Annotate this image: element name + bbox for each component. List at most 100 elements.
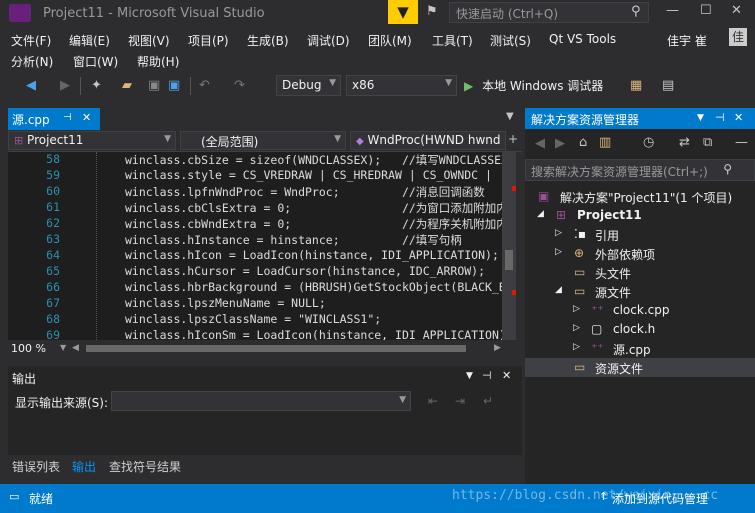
- back-icon[interactable]: ◀: [535, 137, 545, 150]
- sync-icon[interactable]: ⇄: [679, 136, 690, 149]
- menu-bar: 文件(F) 编辑(E) 视图(V) 项目(P) 生成(B) 调试(D) 团队(M…: [0, 26, 755, 70]
- tree-file-clock-h[interactable]: ▷ ▢ clock.h: [525, 320, 755, 339]
- line-text: winclass.cbClsExtra = 0; //为窗口添加附加内存: [125, 201, 502, 215]
- tree-file-clock-cpp[interactable]: ▷ ⁺⁺ clock.cpp: [525, 301, 755, 320]
- function-icon: ◆: [356, 136, 364, 147]
- tab-overflow-icon[interactable]: ▼: [506, 112, 514, 122]
- zoom-level[interactable]: 100 %: [11, 342, 46, 355]
- code-editor[interactable]: 58 winclass.cbSize = sizeof(WNDCLASSEX); …: [8, 152, 502, 340]
- save-icon[interactable]: ▣: [148, 79, 160, 92]
- menu-build[interactable]: 生成(B): [247, 32, 289, 49]
- save-all-icon[interactable]: ▣: [168, 79, 180, 92]
- tab-find-symbol-results[interactable]: 查找符号结果: [109, 458, 181, 475]
- menu-debug[interactable]: 调试(D): [307, 32, 350, 49]
- find-message-icon[interactable]: ⇥: [455, 394, 465, 408]
- user-name[interactable]: 佳宇 崔: [667, 32, 707, 49]
- tree-solution[interactable]: ▣ 解决方案"Project11"(1 个项目): [525, 187, 755, 206]
- tree-external-dependencies[interactable]: ▷ ⊕ 外部依赖项: [525, 244, 755, 263]
- toolbar-extra-icon[interactable]: ▦: [630, 79, 642, 92]
- editor-vertical-scrollbar[interactable]: [502, 152, 516, 340]
- chevron-down-icon[interactable]: ▼: [60, 343, 66, 352]
- open-file-icon[interactable]: ▰: [122, 79, 132, 92]
- pin-icon[interactable]: ⊣: [63, 112, 72, 123]
- home-icon[interactable]: ⌂: [579, 136, 587, 149]
- scroll-right-icon[interactable]: ▶: [494, 343, 501, 353]
- start-debugging-button[interactable]: ▶ 本地 Windows 调试器: [464, 77, 622, 96]
- tree-header-files[interactable]: ▭ 头文件: [525, 263, 755, 282]
- menu-view[interactable]: 视图(V): [128, 32, 170, 49]
- tree-resource-files[interactable]: ▭ 资源文件: [525, 358, 755, 377]
- split-add-icon[interactable]: +: [508, 133, 518, 145]
- redo-icon[interactable]: ↷: [234, 79, 245, 92]
- collapsed-arrow-icon[interactable]: ▷: [573, 304, 580, 314]
- line-number: 62: [46, 216, 60, 230]
- line-number: 59: [46, 168, 60, 182]
- close-icon[interactable]: ✕: [734, 111, 743, 124]
- solution-search-input[interactable]: 搜索解决方案资源管理器(Ctrl+;) ⚲: [525, 159, 755, 181]
- pin-icon[interactable]: ⊣: [482, 369, 492, 382]
- tab-output[interactable]: 输出: [72, 458, 96, 475]
- menu-project[interactable]: 项目(P): [188, 32, 229, 49]
- solution-platform-select[interactable]: x86 ▼: [346, 75, 457, 96]
- minimize-icon[interactable]: —: [666, 4, 679, 17]
- tree-file-source-cpp[interactable]: ▷ ⁺⁺ 源.cpp: [525, 339, 755, 358]
- back-icon[interactable]: ◀: [26, 79, 36, 92]
- menu-help[interactable]: 帮助(H): [137, 53, 179, 70]
- scope-dropdown[interactable]: (全局范围) ▼: [180, 131, 346, 150]
- menu-window[interactable]: 窗口(W): [73, 53, 118, 70]
- avatar[interactable]: 佳: [729, 28, 747, 46]
- output-source-select[interactable]: ▼: [111, 391, 411, 411]
- tree-project[interactable]: ◢ ⊞ Project11: [525, 206, 755, 225]
- tab-source-cpp[interactable]: 源.cpp ⊣ ✕: [8, 108, 100, 130]
- close-tab-icon[interactable]: ✕: [82, 111, 91, 124]
- up-arrow-icon: ↑: [599, 490, 609, 503]
- menu-file[interactable]: 文件(F): [11, 32, 51, 49]
- quick-launch-input[interactable]: 快速启动 (Ctrl+Q): [449, 2, 649, 23]
- scroll-left-icon[interactable]: ◀: [72, 343, 79, 353]
- history-icon[interactable]: ◷: [643, 136, 654, 149]
- line-number: 58: [46, 152, 60, 166]
- undo-icon[interactable]: ↶: [199, 79, 210, 92]
- menu-qt-vs-tools[interactable]: Qt VS Tools: [549, 32, 616, 46]
- scrollbar-thumb[interactable]: [505, 250, 513, 270]
- new-project-icon[interactable]: ✦: [91, 79, 102, 92]
- expanded-arrow-icon[interactable]: ◢: [537, 209, 544, 219]
- maximize-icon[interactable]: ☐: [700, 4, 712, 17]
- tree-references[interactable]: ▷ ⁚▪ 引用: [525, 225, 755, 244]
- collapsed-arrow-icon[interactable]: ▷: [573, 323, 580, 333]
- add-to-source-control-button[interactable]: 添加到源代码管理: [612, 490, 708, 507]
- word-wrap-icon[interactable]: ↵: [483, 394, 493, 408]
- menu-analyze[interactable]: 分析(N): [11, 53, 53, 70]
- notification-flag-icon[interactable]: ▼: [388, 0, 418, 24]
- toolbar-extra-icon-2[interactable]: ▤: [662, 79, 674, 92]
- menu-test[interactable]: 测试(S): [490, 32, 531, 49]
- switch-views-icon[interactable]: ▥: [599, 136, 611, 149]
- properties-icon[interactable]: —: [735, 136, 748, 149]
- search-icon[interactable]: ⚲: [631, 5, 641, 18]
- panel-menu-icon[interactable]: ▼: [466, 371, 473, 381]
- expanded-arrow-icon[interactable]: ◢: [555, 285, 562, 295]
- menu-edit[interactable]: 编辑(E): [69, 32, 110, 49]
- indent-guide: [96, 152, 97, 340]
- close-icon[interactable]: ✕: [731, 4, 742, 17]
- project-label: Project11: [577, 208, 642, 222]
- project-dropdown[interactable]: ⊞ Project11 ▼: [8, 131, 176, 150]
- horizontal-scroll-thumb[interactable]: [86, 345, 466, 352]
- tree-source-files[interactable]: ◢ ▭ 源文件: [525, 282, 755, 301]
- collapse-all-icon[interactable]: ⧉: [703, 136, 712, 149]
- collapsed-arrow-icon[interactable]: ▷: [555, 247, 562, 257]
- menu-team[interactable]: 团队(M): [368, 32, 412, 49]
- feedback-icon[interactable]: ⚑: [426, 5, 438, 18]
- collapsed-arrow-icon[interactable]: ▷: [573, 342, 580, 352]
- tab-error-list[interactable]: 错误列表: [12, 458, 60, 475]
- solution-configuration-select[interactable]: Debug ▼: [276, 75, 341, 96]
- clear-output-icon[interactable]: ⇤: [428, 394, 438, 408]
- forward-icon[interactable]: ▶: [555, 137, 565, 150]
- collapsed-arrow-icon[interactable]: ▷: [555, 228, 562, 238]
- function-dropdown[interactable]: ◆ WndProc(HWND hwnd: [350, 131, 506, 150]
- close-icon[interactable]: ✕: [502, 369, 511, 382]
- menu-tools[interactable]: 工具(T): [432, 32, 473, 49]
- forward-icon[interactable]: ▶: [60, 79, 70, 92]
- pin-icon[interactable]: ⊣: [715, 111, 725, 124]
- panel-menu-icon[interactable]: ▼: [697, 113, 704, 123]
